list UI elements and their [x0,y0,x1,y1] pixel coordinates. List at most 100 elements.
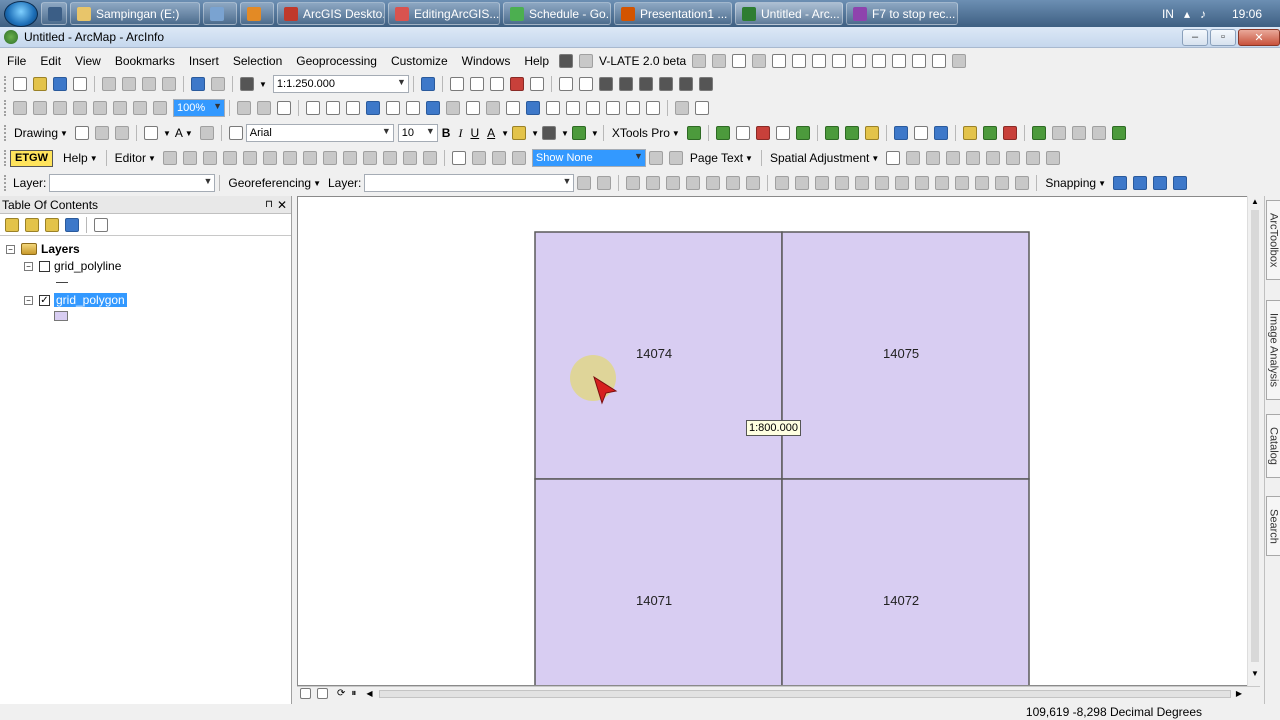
layout-zoom-out-icon[interactable] [33,101,47,115]
focus-frame-icon[interactable] [257,101,271,115]
polyline-symbol[interactable] [56,276,68,283]
xtools-icon[interactable] [715,126,730,140]
xtools-icon[interactable] [864,126,879,140]
adjust-icon[interactable] [1026,151,1041,165]
undo-icon[interactable] [191,77,205,91]
fill-color-icon[interactable] [512,126,527,140]
text-tool[interactable]: A ▼ [171,126,197,140]
layer-combo[interactable]: ▼ [49,174,216,192]
open-icon[interactable] [33,77,47,91]
clock[interactable]: 19:06 [1232,7,1262,21]
limited-adjustment-icon[interactable] [986,151,1001,165]
layout-full-icon[interactable] [73,101,87,115]
layout-zoom-combo[interactable]: 100% ▼ [173,99,225,117]
scroll-down-icon[interactable]: ▼ [1251,669,1259,678]
xtools-icon[interactable] [1091,126,1106,140]
distribute-icon[interactable] [875,176,890,190]
edit-tool-icon[interactable] [162,151,177,165]
xtools-icon[interactable] [933,126,948,140]
reshape-icon[interactable] [302,151,317,165]
italic-button[interactable]: I [454,126,466,141]
new-document-icon[interactable] [13,77,27,91]
map-horizontal-scrollbar[interactable]: ⟳ ⏸ ◀ ▶ [297,686,1260,700]
cut-icon[interactable] [102,77,116,91]
align-icon[interactable] [746,176,761,190]
grid-cell[interactable] [534,478,783,686]
fixed-zoom-in-icon[interactable] [113,101,127,115]
xtools-icon[interactable] [775,126,790,140]
align-icon[interactable] [706,176,721,190]
layer-name[interactable]: grid_polygon [54,293,127,307]
find-icon[interactable] [606,101,620,115]
split-icon[interactable] [342,151,357,165]
hammer-icon[interactable] [658,77,673,91]
line-symbol[interactable] [56,282,68,283]
delete-icon[interactable] [162,77,176,91]
vlate-r-icon[interactable] [579,53,594,68]
search-window-icon[interactable] [489,77,504,91]
vlate-tool-icon[interactable] [792,53,807,68]
print-icon[interactable] [73,77,87,91]
rotate-icon[interactable] [577,176,592,190]
drawing-menu[interactable]: Drawing ▼ [10,126,72,140]
toggle-draft-icon[interactable] [237,101,251,115]
zoom-in-icon[interactable] [306,101,320,115]
vlate-tool-icon[interactable] [832,53,847,68]
vlate-tool-icon[interactable] [712,53,727,68]
dock-tab-arctoolbox[interactable]: ArcToolbox [1266,200,1280,280]
vertex-snapping-icon[interactable] [1153,176,1167,190]
vlate-tool-icon[interactable] [872,53,887,68]
toolbar-grip[interactable] [4,125,7,141]
fixed-zoom-in-icon[interactable] [386,101,400,115]
toolbar-grip[interactable] [4,76,7,92]
vlate-tool-icon[interactable] [772,53,787,68]
point-snapping-icon[interactable] [1113,176,1127,190]
snapping-menu[interactable]: Snapping ▼ [1041,176,1110,190]
georeferencing-menu[interactable]: Georeferencing ▼ [224,176,325,190]
refresh-icon[interactable]: ⟳ [337,688,345,699]
vlate-tool-icon[interactable] [692,53,707,68]
distribute-icon[interactable] [1015,176,1030,190]
xtools-icon[interactable] [824,126,839,140]
tray-arrow-icon[interactable]: ▴ [1184,7,1190,21]
line-color-icon[interactable] [542,126,556,140]
collapse-icon[interactable]: − [6,244,15,254]
pause-drawing-icon[interactable]: ⏸ [351,688,356,699]
vlate-tool-icon[interactable] [932,53,947,68]
vlate-tool-icon[interactable] [912,53,927,68]
distribute-icon[interactable] [955,176,970,190]
chevron-down-icon[interactable]: ▼ [426,126,435,136]
multi-link-icon[interactable] [946,151,961,165]
list-by-visibility-icon[interactable] [45,217,59,232]
close-button[interactable]: ✕ [1238,28,1280,46]
layer-visibility-checkbox[interactable] [39,260,50,272]
polygon-symbol[interactable] [54,311,68,321]
rotate-icon[interactable] [94,126,109,140]
view-link-table-icon[interactable] [1006,151,1021,165]
attributes-icon[interactable] [382,151,397,165]
xtools-icon[interactable] [913,126,928,140]
distribute-icon[interactable] [995,176,1010,190]
vlate-tool-icon[interactable] [812,53,827,68]
trace-icon[interactable] [242,151,257,165]
arctoolbox-icon[interactable] [509,77,524,91]
vlate-tool-icon[interactable] [752,53,767,68]
model-builder-icon[interactable] [558,77,573,91]
paste-icon[interactable] [142,77,156,91]
menu-geoprocessing[interactable]: Geoprocessing [289,54,384,68]
taskbar-item-recorder[interactable]: F7 to stop rec... [846,2,958,25]
taskbar-item-powerpoint[interactable]: Presentation1 ... [614,2,732,25]
clear-selection-icon[interactable] [486,101,500,115]
close-icon[interactable]: ✕ [277,198,287,212]
volume-icon[interactable]: ♪ [1200,7,1206,21]
spatial-adjustment-menu[interactable]: Spatial Adjustment ▼ [766,151,883,165]
edit-vertices-icon[interactable] [282,151,297,165]
select-elements-icon[interactable] [886,151,901,165]
chevron-down-icon[interactable]: ▼ [397,77,406,87]
taskbar-item-explorer[interactable]: Sampingan (E:) [70,2,200,25]
bold-button[interactable]: B [438,126,455,140]
menu-insert[interactable]: Insert [182,54,226,68]
etgw-help-menu[interactable]: Help ▼ [59,151,102,165]
hammer-icon[interactable] [618,77,633,91]
etgw-button[interactable]: ETGW [10,149,53,167]
